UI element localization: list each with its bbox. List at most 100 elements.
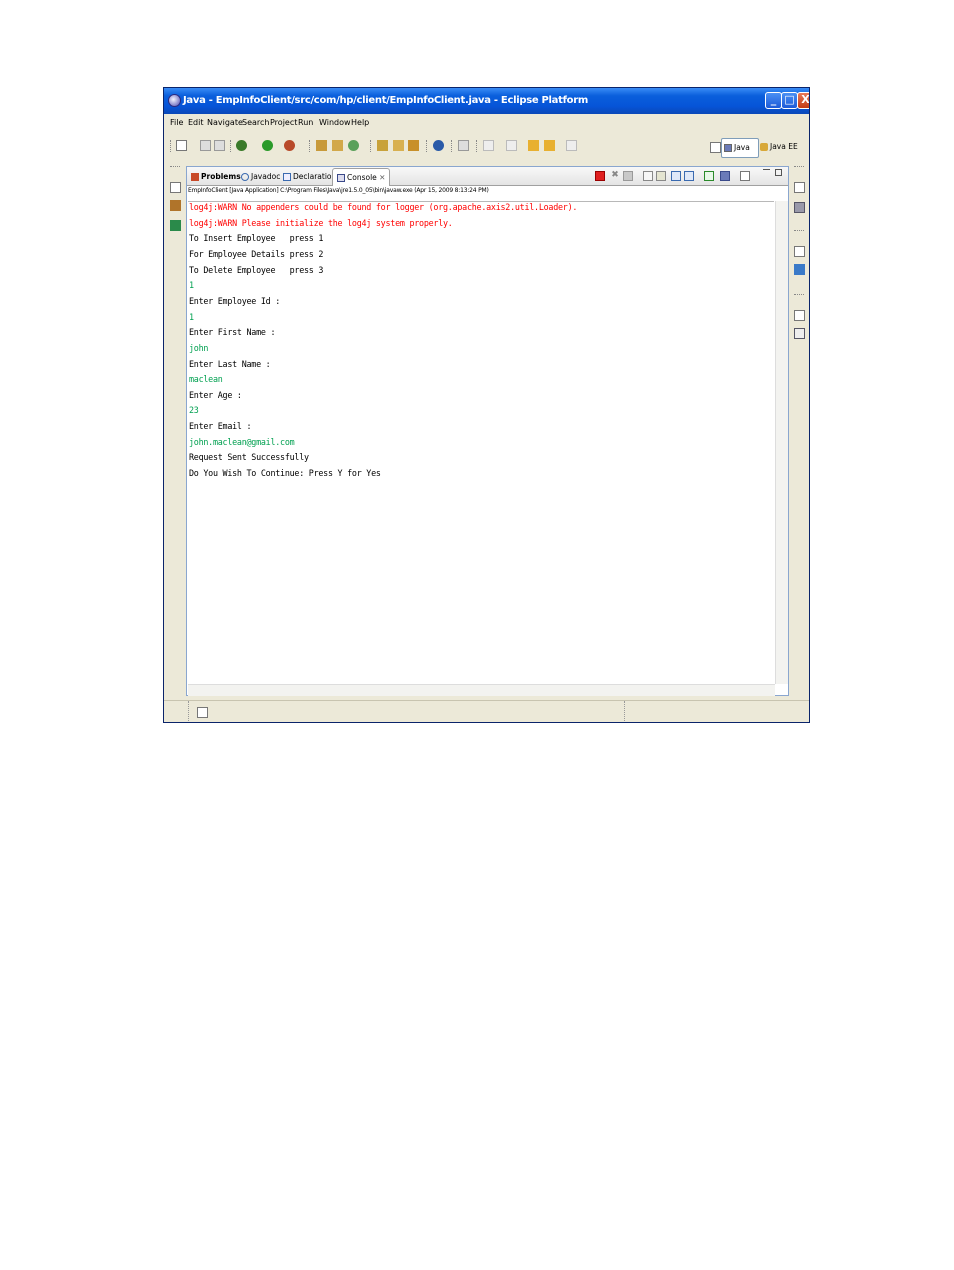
toolbar-separator (230, 140, 232, 152)
search-icon[interactable] (408, 140, 419, 151)
external-tools-icon[interactable] (284, 140, 295, 151)
horizontal-scrollbar[interactable] (188, 684, 775, 696)
status-separator (188, 701, 189, 721)
new-class-icon[interactable] (348, 140, 359, 151)
console-line: 23 (189, 405, 199, 416)
perspective-java[interactable]: Java (721, 138, 759, 158)
clear-console-icon[interactable] (643, 171, 653, 181)
menu-project[interactable]: Project (270, 118, 297, 127)
debug-icon[interactable] (236, 140, 247, 151)
close-button[interactable]: X (797, 92, 809, 109)
trim-handle[interactable] (170, 166, 180, 167)
display-selected-console-icon[interactable] (720, 171, 730, 181)
tab-console[interactable]: Console ✕ (332, 168, 391, 186)
remove-all-launches-icon[interactable] (623, 171, 633, 181)
console-line: log4j:WARN No appenders could be found f… (189, 202, 578, 212)
hierarchy-icon[interactable] (170, 220, 181, 231)
toolbar-separator (309, 140, 311, 152)
eclipse-window: Java - EmpInfoClient/src/com/hp/client/E… (163, 87, 810, 723)
next-annotation-icon[interactable] (483, 140, 494, 151)
console-line: maclean (189, 374, 223, 385)
menu-run[interactable]: Run (298, 118, 313, 127)
console-line: Enter Employee Id : (189, 295, 281, 306)
close-tab-icon[interactable]: ✕ (379, 173, 385, 182)
previous-annotation-icon[interactable] (506, 140, 517, 151)
console-output[interactable]: log4j:WARN No appenders could be found f… (188, 201, 774, 685)
open-type-icon[interactable] (377, 140, 388, 151)
tab-javadoc-label: Javadoc (251, 172, 281, 181)
vertical-scrollbar[interactable] (775, 201, 788, 684)
declaration-icon (283, 173, 291, 181)
trim-handle[interactable] (794, 166, 804, 167)
trim-handle[interactable] (794, 294, 804, 295)
new-package-icon[interactable] (332, 140, 343, 151)
remove-launch-icon[interactable]: ✖ (610, 171, 620, 181)
console-line: To Insert Employee press 1 (189, 233, 324, 244)
forward-icon[interactable] (566, 140, 577, 151)
status-bar (164, 700, 809, 722)
new-icon[interactable] (176, 140, 187, 151)
outline-icon[interactable] (794, 202, 805, 213)
restore-icon[interactable] (794, 246, 805, 257)
title-bar[interactable]: Java - EmpInfoClient/src/com/hp/client/E… (164, 88, 809, 114)
new-java-project-icon[interactable] (316, 140, 327, 151)
menu-help[interactable]: Help (351, 118, 369, 127)
restore-icon[interactable] (170, 182, 181, 193)
tab-declaration[interactable]: Declaration (283, 170, 336, 184)
open-console-icon[interactable] (740, 171, 750, 181)
console-line: 1 (189, 311, 194, 322)
fast-view-icon[interactable] (197, 707, 208, 718)
trim-handle[interactable] (794, 230, 804, 231)
launch-description: EmpInfoClient [Java Application] C:\Prog… (188, 187, 489, 194)
web-browser-icon[interactable] (433, 140, 444, 151)
run-icon[interactable] (262, 140, 273, 151)
toolbar-separator (170, 140, 172, 152)
open-perspective-icon[interactable] (710, 142, 721, 153)
perspective-java-ee-label: Java EE (770, 142, 798, 151)
last-edit-location-icon[interactable] (528, 140, 539, 151)
minimize-view-icon[interactable] (763, 169, 770, 175)
console-view: Problems Javadoc Declaration Console ✕ ✖… (186, 166, 789, 696)
menu-window[interactable]: Window (319, 118, 351, 127)
console-line: Enter First Name : (189, 327, 276, 338)
scroll-lock-icon[interactable] (656, 171, 666, 181)
print-icon[interactable] (214, 140, 225, 151)
status-separator (624, 701, 625, 721)
maximize-view-icon[interactable] (775, 169, 782, 176)
console-line: Enter Email : (189, 421, 252, 432)
open-folder-icon[interactable] (393, 140, 404, 151)
tab-javadoc[interactable]: Javadoc (241, 170, 280, 184)
toolbar-separator (426, 140, 428, 152)
annotation-icon[interactable] (458, 140, 469, 151)
maximize-button[interactable]: □ (781, 92, 798, 109)
toolbar-separator (370, 140, 372, 152)
console-line: Enter Last Name : (189, 358, 271, 369)
task-list-icon[interactable] (794, 264, 805, 275)
edit-note-icon[interactable] (794, 328, 805, 339)
tab-problems[interactable]: Problems (191, 170, 241, 184)
show-on-stdout-icon[interactable] (671, 171, 681, 181)
toolbar-separator (451, 140, 453, 152)
menu-navigate[interactable]: Navigate (207, 118, 243, 127)
console-line: Do You Wish To Continue: Press Y for Yes (189, 468, 381, 479)
tab-problems-label: Problems (201, 172, 241, 181)
menu-search[interactable]: Search (242, 118, 269, 127)
restore-icon[interactable] (794, 310, 805, 321)
right-trim-bar (791, 166, 807, 706)
restore-icon[interactable] (794, 182, 805, 193)
eclipse-icon[interactable] (168, 94, 181, 107)
console-line: To Delete Employee press 3 (189, 264, 324, 275)
minimize-button[interactable]: _ (765, 92, 782, 109)
java-ee-perspective-icon (760, 143, 768, 151)
package-explorer-icon[interactable] (170, 200, 181, 211)
menu-file[interactable]: File (170, 118, 183, 127)
menu-bar: File Edit Navigate Search Project Run Wi… (164, 114, 809, 132)
terminate-icon[interactable] (595, 171, 605, 181)
console-icon (337, 174, 345, 182)
perspective-java-ee[interactable]: Java EE (760, 138, 798, 156)
pin-console-icon[interactable] (704, 171, 714, 181)
save-icon[interactable] (200, 140, 211, 151)
show-on-stderr-icon[interactable] (684, 171, 694, 181)
back-icon[interactable] (544, 140, 555, 151)
menu-edit[interactable]: Edit (188, 118, 204, 127)
